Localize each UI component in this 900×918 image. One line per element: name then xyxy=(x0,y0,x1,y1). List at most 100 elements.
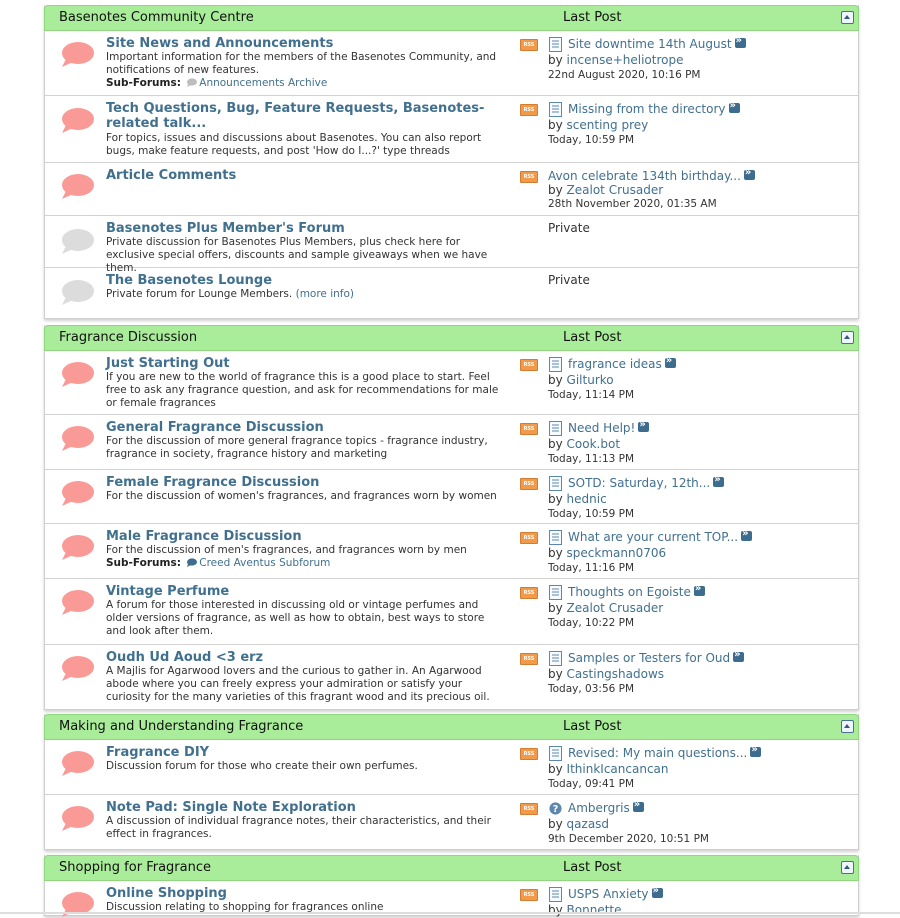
last-post-user-link[interactable]: speckmann0706 xyxy=(567,546,667,560)
forum-title-link[interactable]: Oudh Ud Aoud <3 erz xyxy=(106,650,501,665)
collapse-icon[interactable] xyxy=(841,331,854,344)
last-post-by: by hednic xyxy=(548,492,607,506)
last-post-date: Today, 11:13 PM xyxy=(548,453,635,465)
collapse-icon[interactable] xyxy=(841,720,854,733)
last-post-date: 22nd August 2020, 10:16 PM xyxy=(548,69,701,81)
last-post-thread: SOTD: Saturday, 12th... xyxy=(568,473,725,490)
last-post-user-link[interactable]: Cook.bot xyxy=(567,437,621,451)
forum-title-link[interactable]: General Fragrance Discussion xyxy=(106,420,501,435)
forum-row: Online Shopping Discussion relating to s… xyxy=(45,881,858,917)
forum-title-link[interactable]: Note Pad: Single Note Exploration xyxy=(106,800,501,815)
last-post-user-link[interactable]: scenting prey xyxy=(567,118,649,132)
forum-title-link[interactable]: Tech Questions, Bug, Feature Requests, B… xyxy=(106,101,501,131)
go-to-last-post-icon[interactable] xyxy=(693,582,705,596)
forum-status-new-icon xyxy=(62,426,94,451)
forum-title-link[interactable]: The Basenotes Lounge xyxy=(106,273,501,288)
category-making-and-understanding-fragrance: Making and Understanding Fragrance Last … xyxy=(44,714,859,850)
last-post-date: Today, 10:59 PM xyxy=(548,508,635,520)
rss-icon[interactable]: RSS xyxy=(520,171,538,183)
forum-title-link[interactable]: Article Comments xyxy=(106,168,501,183)
forum-description: For the discussion of men's fragrances, … xyxy=(106,544,467,556)
go-to-last-post-icon[interactable] xyxy=(741,527,753,541)
go-to-last-post-icon[interactable] xyxy=(664,354,676,368)
category-title[interactable]: Making and Understanding Fragrance xyxy=(59,719,303,734)
forum-description: For topics, issues and discussions about… xyxy=(106,132,482,157)
last-post-date: Today, 11:16 PM xyxy=(548,562,635,574)
last-post-user-link[interactable]: incense+heliotrope xyxy=(567,53,684,67)
go-to-last-post-icon[interactable] xyxy=(651,884,663,898)
category-title[interactable]: Shopping for Fragrance xyxy=(59,860,211,875)
forum-status-new-icon xyxy=(62,174,94,199)
last-post-thread-link[interactable]: Samples or Testers for Oud xyxy=(568,651,730,665)
go-to-last-post-icon[interactable] xyxy=(734,34,746,48)
document-icon xyxy=(549,887,562,902)
rss-icon[interactable]: RSS xyxy=(520,532,538,544)
last-post-user-link[interactable]: Bonnette xyxy=(567,903,622,917)
last-post-header: Last Post xyxy=(563,10,622,25)
last-post-user-link[interactable]: Castingshadows xyxy=(567,667,664,681)
subforum-link[interactable]: Announcements Archive xyxy=(199,77,327,89)
forum-row: Article Comments RSS Avon celebrate 134t… xyxy=(45,163,858,216)
document-icon xyxy=(549,37,562,52)
last-post-thread-link[interactable]: Missing from the directory xyxy=(568,102,726,116)
by-label: by xyxy=(548,817,563,831)
category-title[interactable]: Fragrance Discussion xyxy=(59,330,197,345)
last-post-thread-link[interactable]: Site downtime 14th August xyxy=(568,37,732,51)
document-icon xyxy=(549,476,562,491)
forum-description: A Majlis for Agarwood lovers and the cur… xyxy=(106,665,490,703)
last-post-thread-link[interactable]: Revised: My main questions... xyxy=(568,746,747,760)
category-header: Fragrance Discussion Last Post xyxy=(44,325,859,351)
forum-row: Site News and Announcements Important in… xyxy=(45,31,858,96)
go-to-last-post-icon[interactable] xyxy=(632,798,644,812)
last-post-thread-link[interactable]: What are your current TOP... xyxy=(568,530,738,544)
rss-icon[interactable]: RSS xyxy=(520,104,538,116)
forum-title-link[interactable]: Vintage Perfume xyxy=(106,584,501,599)
last-post-thread-link[interactable]: USPS Anxiety xyxy=(568,887,649,901)
rss-icon[interactable]: RSS xyxy=(520,653,538,665)
subforum-link[interactable]: Creed Aventus Subforum xyxy=(199,557,330,569)
more-info-link[interactable]: (more info) xyxy=(296,288,354,300)
forum-title-link[interactable]: Basenotes Plus Member's Forum xyxy=(106,221,501,236)
last-post-by: by incense+heliotrope xyxy=(548,53,683,67)
go-to-last-post-icon[interactable] xyxy=(638,418,650,432)
go-to-last-post-icon[interactable] xyxy=(728,99,740,113)
go-to-last-post-icon[interactable] xyxy=(713,473,725,487)
last-post-user-link[interactable]: IthinkIcancancan xyxy=(567,762,669,776)
forum-title-link[interactable]: Fragrance DIY xyxy=(106,745,501,760)
last-post-user-link[interactable]: Zealot Crusader xyxy=(567,183,664,197)
rss-icon[interactable]: RSS xyxy=(520,478,538,490)
last-post-user-link[interactable]: Gilturko xyxy=(567,373,614,387)
last-post-user-link[interactable]: hednic xyxy=(567,492,607,506)
rss-icon[interactable]: RSS xyxy=(520,748,538,760)
rss-icon[interactable]: RSS xyxy=(520,889,538,901)
collapse-icon[interactable] xyxy=(841,11,854,24)
last-post-thread-link[interactable]: Avon celebrate 134th birthday... xyxy=(548,169,741,183)
go-to-last-post-icon[interactable] xyxy=(743,166,755,180)
go-to-last-post-icon[interactable] xyxy=(733,648,745,662)
forum-title-link[interactable]: Online Shopping xyxy=(106,886,501,901)
document-icon xyxy=(549,530,562,545)
rss-icon[interactable]: RSS xyxy=(520,803,538,815)
rss-icon[interactable]: RSS xyxy=(520,39,538,51)
last-post-thread-link[interactable]: Need Help! xyxy=(568,421,635,435)
rss-icon[interactable]: RSS xyxy=(520,587,538,599)
forum-title-link[interactable]: Male Fragrance Discussion xyxy=(106,529,501,544)
last-post-user-link[interactable]: qazasd xyxy=(567,817,610,831)
category-title[interactable]: Basenotes Community Centre xyxy=(59,10,254,25)
collapse-icon[interactable] xyxy=(841,861,854,874)
last-post-thread-link[interactable]: fragrance ideas xyxy=(568,357,662,371)
last-post-user-link[interactable]: Zealot Crusader xyxy=(567,601,664,615)
rss-icon[interactable]: RSS xyxy=(520,359,538,371)
last-post-thread-link[interactable]: Thoughts on Egoiste xyxy=(568,585,691,599)
last-post-header: Last Post xyxy=(563,330,622,345)
forum-title-link[interactable]: Female Fragrance Discussion xyxy=(106,475,501,490)
subforums-label: Sub-Forums: xyxy=(106,77,181,89)
go-to-last-post-icon[interactable] xyxy=(750,743,762,757)
forum-row: Basenotes Plus Member's Forum Private di… xyxy=(45,216,858,274)
rss-icon[interactable]: RSS xyxy=(520,423,538,435)
last-post-thread-link[interactable]: Ambergris xyxy=(568,801,630,815)
last-post-by: by qazasd xyxy=(548,817,609,831)
forum-title-link[interactable]: Site News and Announcements xyxy=(106,36,501,51)
last-post-thread-link[interactable]: SOTD: Saturday, 12th... xyxy=(568,476,710,490)
forum-title-link[interactable]: Just Starting Out xyxy=(106,356,501,371)
